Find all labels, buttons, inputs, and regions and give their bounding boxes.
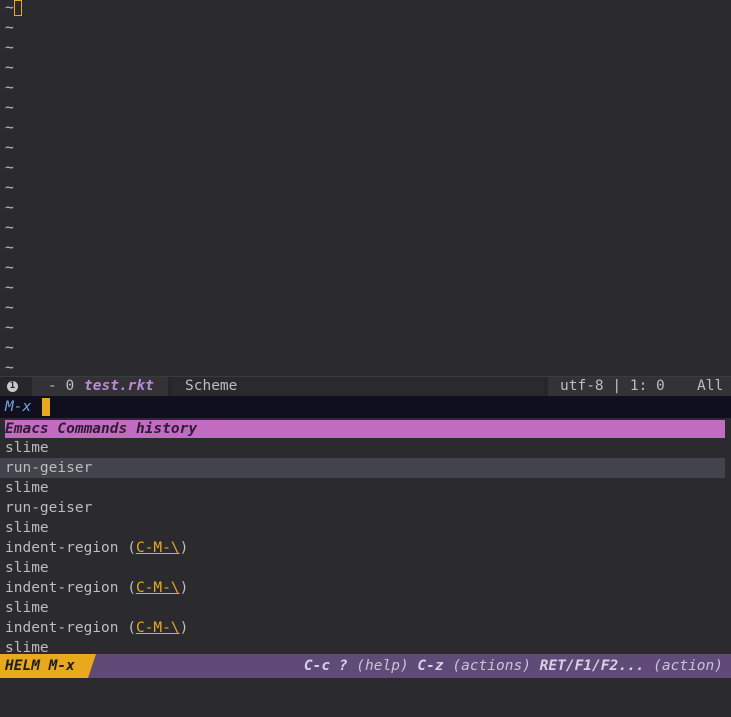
empty-line-marker: ~	[5, 200, 14, 216]
modified-indicator: - 0	[48, 378, 75, 394]
helm-candidate[interactable]: indent-region (C-M-\)	[0, 618, 725, 638]
empty-line-marker: ~	[5, 340, 14, 356]
help-key: RET/F1/F2...	[539, 658, 645, 674]
candidate-command: indent-region	[5, 540, 119, 556]
candidate-command: slime	[5, 440, 49, 456]
editor-buffer[interactable]: ~ ~ ~ ~ ~ ~ ~ ~ ~ ~ ~ ~ ~ ~ ~ ~ ~ ~ ~	[0, 0, 731, 376]
binding-paren: )	[179, 580, 189, 596]
helm-candidate[interactable]: indent-region (C-M-\)	[0, 538, 725, 558]
helm-candidates-window[interactable]: Emacs Commands history slime run-geiser sl…	[0, 418, 731, 654]
helm-candidate[interactable]: slime	[0, 558, 725, 578]
helm-candidate[interactable]: slime	[0, 438, 725, 458]
scroll-position: All	[697, 378, 724, 394]
binding-paren: (	[118, 540, 136, 556]
empty-line-marker: ~	[5, 180, 14, 196]
empty-line-marker: ~	[5, 40, 14, 56]
empty-line-marker: ~	[5, 260, 14, 276]
mode-line: 1 - 0 test.rkt Scheme utf-8 | 1: 0 All	[0, 376, 731, 396]
candidate-command: slime	[5, 600, 49, 616]
buffer-file-name[interactable]: test.rkt	[84, 377, 154, 396]
help-description: (help)	[347, 658, 418, 674]
candidate-command: indent-region	[5, 580, 119, 596]
helm-candidate[interactable]: run-geiser	[0, 458, 725, 478]
help-key: C-z	[417, 658, 444, 674]
empty-line-marker: ~	[5, 80, 14, 96]
helm-source-header: Emacs Commands history	[5, 420, 725, 438]
empty-line-marker: ~	[5, 320, 14, 336]
minibuffer-prompt: M-x	[5, 399, 32, 415]
help-key: C-c ?	[303, 658, 348, 674]
empty-line-marker: ~	[5, 120, 14, 136]
candidate-command: indent-region	[5, 620, 119, 636]
empty-line-marker: ~	[5, 220, 14, 236]
binding-paren: )	[179, 540, 189, 556]
help-description: (actions)	[443, 658, 540, 674]
helm-tag: HELM M-x	[0, 654, 96, 678]
binding-paren: (	[118, 620, 136, 636]
window-number-badge: 1	[7, 381, 18, 392]
minibuffer[interactable]: M-x	[0, 396, 731, 418]
candidate-command: slime	[5, 480, 49, 496]
helm-candidate[interactable]: slime	[0, 518, 725, 538]
empty-line-marker: ~	[5, 20, 14, 36]
empty-line-marker: ~	[5, 0, 14, 16]
helm-candidate[interactable]: indent-region (C-M-\)	[0, 578, 725, 598]
text-cursor	[14, 0, 22, 16]
encoding-position: utf-8 | 1: 0	[560, 378, 665, 394]
candidate-keybinding: C-M-\	[135, 540, 180, 556]
major-mode[interactable]: Scheme	[185, 377, 237, 396]
empty-line-marker: ~	[5, 300, 14, 316]
empty-line-marker: ~	[5, 60, 14, 76]
helm-mode-line: HELM M-x C-c ? (help) C-z (actions) RET/…	[0, 654, 731, 678]
empty-line-marker: ~	[5, 140, 14, 156]
helm-candidate[interactable]: slime	[0, 598, 725, 618]
helm-candidate[interactable]: slime	[0, 478, 725, 498]
empty-line-marker: ~	[5, 360, 14, 376]
binding-paren: )	[179, 620, 189, 636]
candidate-command: slime	[5, 560, 49, 576]
candidate-keybinding: C-M-\	[135, 620, 180, 636]
candidate-command: slime	[5, 520, 49, 536]
binding-paren: (	[118, 580, 136, 596]
empty-line-marker: ~	[5, 160, 14, 176]
empty-line-marker: ~	[5, 280, 14, 296]
minibuffer-cursor	[42, 398, 50, 416]
candidate-command: run-geiser	[5, 500, 93, 516]
helm-tag-label: HELM M-x	[5, 658, 75, 674]
helm-keybinding-help: C-c ? (help) C-z (actions) RET/F1/F2... …	[304, 654, 723, 678]
empty-line-marker: ~	[5, 100, 14, 116]
candidate-keybinding: C-M-\	[135, 580, 180, 596]
empty-line-marker: ~	[5, 240, 14, 256]
helm-candidate[interactable]: run-geiser	[0, 498, 725, 518]
helm-candidate[interactable]: slime	[0, 638, 725, 654]
candidate-command: slime	[5, 640, 49, 654]
help-description: (action)	[644, 658, 723, 674]
candidate-command: run-geiser	[5, 460, 93, 476]
